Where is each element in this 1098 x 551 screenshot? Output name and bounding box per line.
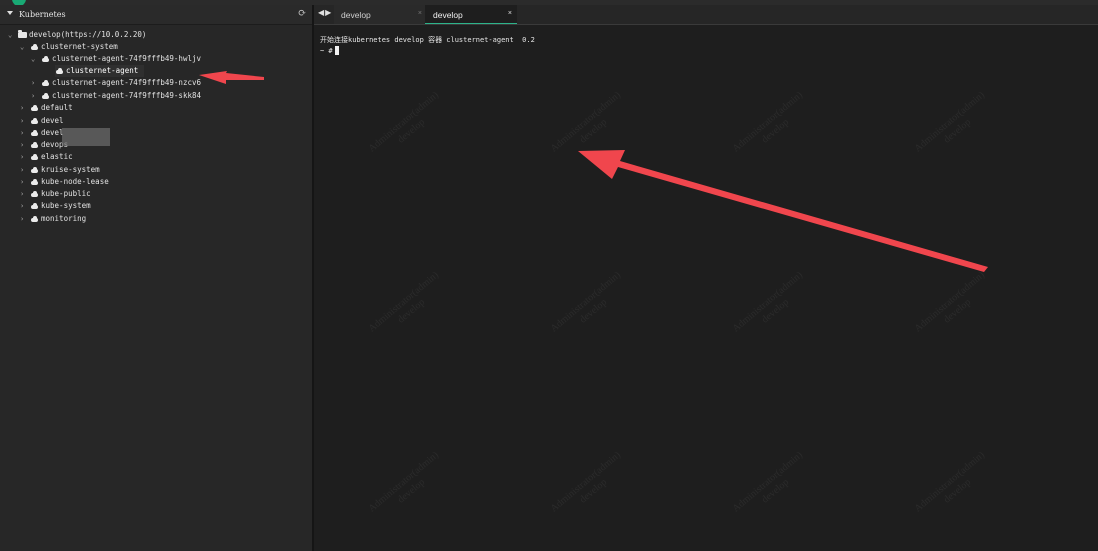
tree-node-label: devel	[41, 128, 64, 137]
cloud-icon	[30, 167, 39, 173]
tree-node-label: clusternet-agent	[66, 66, 139, 75]
cloud-icon	[30, 118, 39, 124]
watermark: Administrator(admin) develop	[367, 270, 450, 345]
nav-arrows-icon[interactable]: ◀▶	[318, 8, 332, 17]
tree-node-label: kruise-system	[41, 165, 100, 174]
tree-node-namespace[interactable]: › monitoring	[20, 213, 86, 225]
cloud-icon	[30, 154, 39, 160]
watermark: Administrator(admin) develop	[913, 450, 996, 525]
refresh-icon[interactable]: ⟳	[298, 8, 306, 19]
tree-node-container[interactable]: clusternet-agent	[55, 65, 145, 77]
watermark: Administrator(admin) develop	[913, 90, 996, 165]
chevron-right-icon[interactable]: ›	[20, 164, 30, 176]
tab-label: develop	[341, 10, 371, 20]
chevron-right-icon[interactable]: ›	[31, 77, 41, 89]
watermark: Administrator(admin) develop	[731, 90, 814, 165]
watermark: Administrator(admin) develop	[549, 90, 632, 165]
chevron-right-icon[interactable]: ›	[31, 90, 41, 102]
cloud-icon	[30, 142, 39, 148]
chevron-right-icon[interactable]: ›	[20, 213, 30, 225]
chevron-right-icon[interactable]: ›	[20, 200, 30, 212]
prompt-text: ~ #	[320, 47, 333, 55]
tree-node-label: clusternet-agent-74f9fffb49-hwljv	[52, 54, 202, 63]
tree-node-label: monitoring	[41, 214, 87, 223]
tree-node-cluster[interactable]: ⌄ develop(https://10.0.2.20)	[8, 29, 146, 41]
watermark: Administrator(admin) develop	[913, 270, 996, 345]
close-icon[interactable]: ×	[508, 10, 512, 17]
chevron-right-icon[interactable]: ›	[20, 188, 30, 200]
tree-node-label: kube-system	[41, 201, 91, 210]
watermark: Administrator(admin) develop	[731, 450, 814, 525]
tree-node-label: devel	[41, 116, 64, 125]
cloud-icon	[30, 130, 39, 136]
cloud-icon	[30, 105, 39, 111]
terminal-output-line: 开始连接kubernetes develop 容器 clusternet-age…	[320, 36, 535, 44]
tree-node-pod[interactable]: › clusternet-agent-74f9fffb49-skk84	[31, 90, 201, 102]
tab-develop-2[interactable]: develop ×	[425, 5, 517, 24]
chevron-right-icon[interactable]: ›	[20, 127, 30, 139]
tree-node-pod[interactable]: ⌄ clusternet-agent-74f9fffb49-hwljv	[31, 53, 201, 65]
chevron-right-icon[interactable]: ›	[20, 102, 30, 114]
collapse-triangle-icon[interactable]	[7, 11, 13, 15]
sidebar-header[interactable]: Kubernetes ⟳	[0, 5, 312, 25]
tab-bar: ◀▶ develop × develop ×	[314, 5, 1098, 25]
tree-node-namespace[interactable]: › devops	[20, 139, 68, 151]
tree-node-label: clusternet-agent-74f9fffb49-skk84	[52, 91, 202, 100]
watermark: Administrator(admin) develop	[731, 270, 814, 345]
tree-node-label: kube-public	[41, 189, 91, 198]
terminal-prompt[interactable]: ~ #	[320, 46, 339, 55]
watermark: Administrator(admin) develop	[367, 450, 450, 525]
tree-node-label: clusternet-system	[41, 42, 118, 51]
cloud-icon	[30, 44, 39, 50]
tree-node-label: develop(https://10.0.2.20)	[29, 30, 147, 39]
tree-node-namespace[interactable]: › kube-system	[20, 200, 91, 212]
chevron-right-icon[interactable]: ›	[20, 176, 30, 188]
terminal-cursor	[334, 46, 339, 55]
cloud-icon	[30, 216, 39, 222]
redaction-blur	[62, 128, 110, 146]
sidebar-title: Kubernetes	[19, 10, 66, 19]
tab-develop-1[interactable]: develop ×	[334, 5, 426, 24]
chevron-right-icon[interactable]: ›	[20, 151, 30, 163]
cloud-icon	[41, 80, 50, 86]
cloud-icon	[55, 68, 64, 74]
folder-icon	[18, 30, 27, 38]
chevron-right-icon[interactable]: ›	[20, 115, 30, 127]
close-icon[interactable]: ×	[418, 10, 422, 17]
cloud-icon	[41, 56, 50, 62]
watermark: Administrator(admin) develop	[549, 270, 632, 345]
chevron-down-icon[interactable]: ⌄	[8, 29, 18, 41]
tree-node-namespace[interactable]: › elastic	[20, 151, 73, 163]
tree-node-pod[interactable]: › clusternet-agent-74f9fffb49-nzcv6	[31, 77, 201, 89]
cloud-icon	[30, 191, 39, 197]
tree-node-label: elastic	[41, 152, 73, 161]
watermark: Administrator(admin) develop	[367, 90, 450, 165]
cloud-icon	[30, 179, 39, 185]
tree-node-namespace[interactable]: › default	[20, 102, 73, 114]
chevron-down-icon[interactable]: ⌄	[20, 41, 30, 53]
chevron-down-icon[interactable]: ⌄	[31, 53, 41, 65]
cloud-icon	[30, 203, 39, 209]
tree-node-namespace[interactable]: › kube-public	[20, 188, 91, 200]
tree-node-label: default	[41, 103, 73, 112]
tree-node-namespace[interactable]: › devel	[20, 115, 64, 127]
watermark: Administrator(admin) develop	[549, 450, 632, 525]
tree-node-namespace[interactable]: › kube-node-lease	[20, 176, 109, 188]
tab-label: develop	[433, 10, 463, 20]
cloud-icon	[41, 93, 50, 99]
chevron-right-icon[interactable]: ›	[20, 139, 30, 151]
tree-node-label: clusternet-agent-74f9fffb49-nzcv6	[52, 78, 202, 87]
tree-node-label: kube-node-lease	[41, 177, 109, 186]
tree-node-namespace[interactable]: ⌄ clusternet-system	[20, 41, 118, 53]
terminal-area[interactable]: 开始连接kubernetes develop 容器 clusternet-age…	[314, 25, 1098, 551]
sidebar: Kubernetes ⟳ ⌄ develop(https://10.0.2.20)…	[0, 5, 312, 551]
tree-node-namespace[interactable]: › devel	[20, 127, 64, 139]
tree-node-namespace[interactable]: › kruise-system	[20, 164, 100, 176]
